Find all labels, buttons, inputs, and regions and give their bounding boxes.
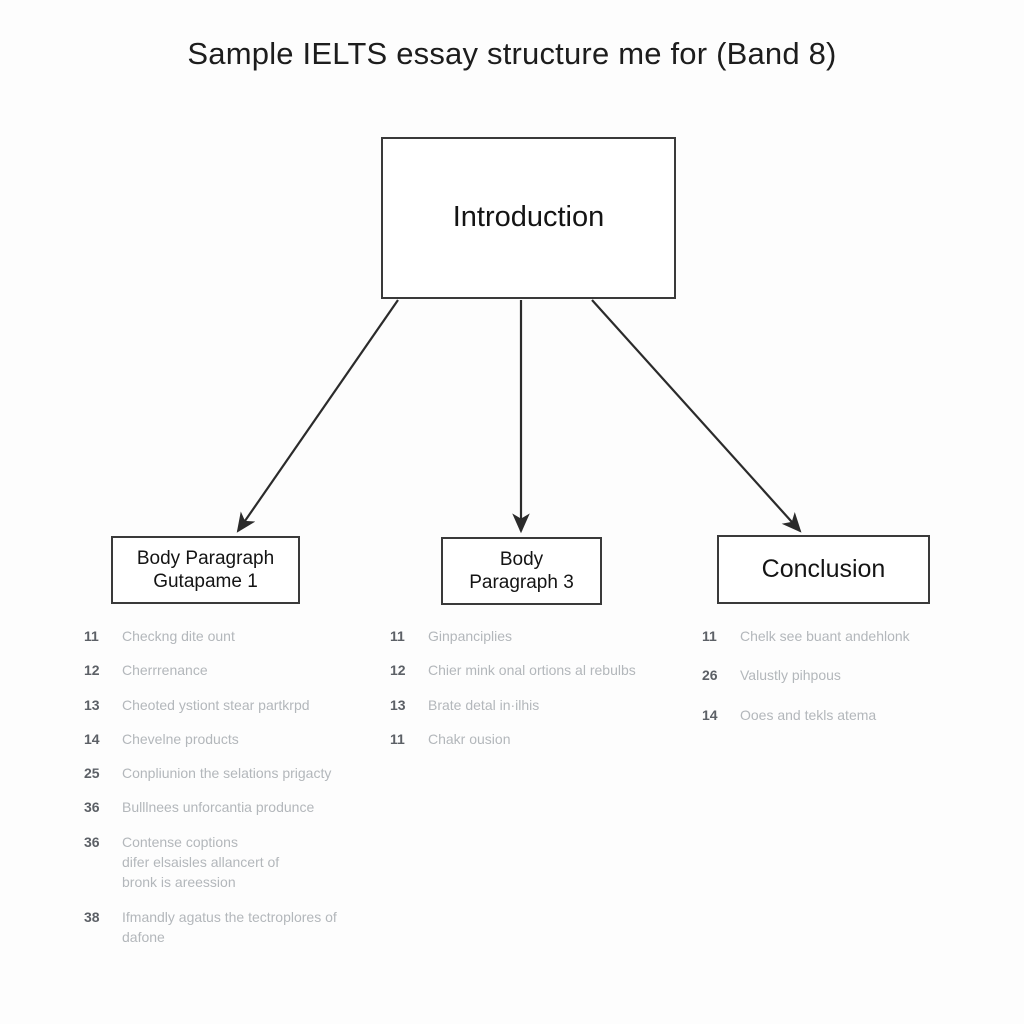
detail-list-left: 11 Checkng dite ount 12 Cherrrenance 13 Cheot…: [84, 626, 374, 961]
detail-row-number: 11: [390, 628, 405, 644]
detail-row-text: Ginpanciplies: [428, 628, 513, 644]
detail-row-text: Ifmandly agatus the tectroplores of dafo…: [122, 908, 337, 945]
node-body-paragraph-3[interactable]: Body Paragraph 3: [441, 537, 602, 605]
detail-row: 11 Chakr ousion: [390, 729, 680, 749]
node-body-paragraph-1[interactable]: Body Paragraph Gutapame 1: [111, 536, 300, 604]
detail-row-number: 12: [390, 662, 406, 679]
detail-row-number: 13: [390, 696, 406, 713]
arrow-introduction-to-conclusion: [591, 299, 802, 533]
detail-row: 25 Conpliunion the selations prigacty: [84, 763, 374, 783]
detail-row: 12 Chier mink onal ortions al rebulbs: [390, 660, 680, 680]
detail-row-number: 11: [84, 628, 99, 644]
detail-row-text: Contense coptions difer elsaisles allanc…: [122, 833, 280, 891]
detail-row-number: 36: [84, 833, 100, 850]
page-title: Sample IELTS essay structure me for (Ban…: [187, 36, 837, 71]
detail-row-text: Valustly pihpous: [740, 667, 841, 684]
detail-row: 13 Brate detal in·ilhis: [390, 695, 680, 715]
detail-row-text: Cherrrenance: [122, 662, 208, 679]
detail-row-number: 14: [84, 730, 100, 747]
node-conclusion[interactable]: Conclusion: [717, 535, 930, 604]
detail-row: 38 Ifmandly agatus the tectroplores of da…: [84, 907, 374, 948]
detail-row-text: Chier mink onal ortions al rebulbs: [428, 662, 636, 679]
diagram-canvas: Sample IELTS essay structure me for (Ban…: [0, 0, 1024, 1024]
detail-row-text: Cheoted ystiont stear partkrpd: [122, 696, 310, 713]
detail-row-number: 13: [84, 696, 100, 713]
detail-row-number: 38: [84, 908, 100, 925]
detail-row: 12 Cherrrenance: [84, 660, 374, 680]
detail-row: 14 Chevelne products: [84, 729, 374, 749]
detail-row-text: Bulllnees unforcantia produnce: [122, 799, 315, 816]
detail-row-text: Chakr ousion: [428, 730, 511, 747]
detail-list-right: 11 Chelk see buant andehlonk 26 Valustly pi…: [702, 626, 1002, 744]
detail-row: 36 Bulllnees unforcantia produnce: [84, 797, 374, 817]
detail-row-text: Chelk see buant andehlonk: [740, 628, 910, 644]
detail-row: 11 Ginpanciplies: [390, 626, 680, 646]
detail-list-middle: 11 Ginpanciplies 12 Chier mink onal ortions…: [390, 626, 680, 763]
node-introduction-label: Introduction: [452, 201, 605, 234]
node-conclusion-label: Conclusion: [761, 555, 886, 584]
node-introduction[interactable]: Introduction: [381, 137, 676, 299]
detail-row: 26 Valustly pihpous: [702, 665, 1002, 685]
detail-row: 11 Checkng dite ount: [84, 626, 374, 646]
detail-row-text: Ooes and tekls atema: [740, 706, 877, 723]
node-body-paragraph-3-label: Body Paragraph 3: [469, 548, 574, 593]
detail-row-text: Checkng dite ount: [122, 628, 235, 644]
detail-row-number: 11: [702, 628, 717, 644]
arrow-introduction-to-body-1: [236, 299, 399, 533]
detail-row-text: Brate detal in·ilhis: [428, 696, 540, 713]
detail-row-number: 26: [702, 667, 718, 684]
detail-row-text: Conpliunion the selations prigacty: [122, 765, 332, 782]
detail-row-number: 25: [84, 765, 100, 782]
detail-row: 11 Chelk see buant andehlonk: [702, 626, 1002, 646]
detail-row: 36 Contense coptions difer elsaisles alla…: [84, 832, 374, 893]
detail-row: 13 Cheoted ystiont stear partkrpd: [84, 695, 374, 715]
node-body-paragraph-1-label: Body Paragraph Gutapame 1: [136, 547, 275, 592]
detail-row-number: 36: [84, 799, 100, 816]
detail-row: 14 Ooes and tekls atema: [702, 705, 1002, 725]
detail-row-number: 12: [84, 662, 100, 679]
detail-row-number: 14: [702, 706, 718, 723]
detail-row-number: 11: [390, 730, 405, 747]
detail-row-text: Chevelne products: [122, 730, 239, 747]
